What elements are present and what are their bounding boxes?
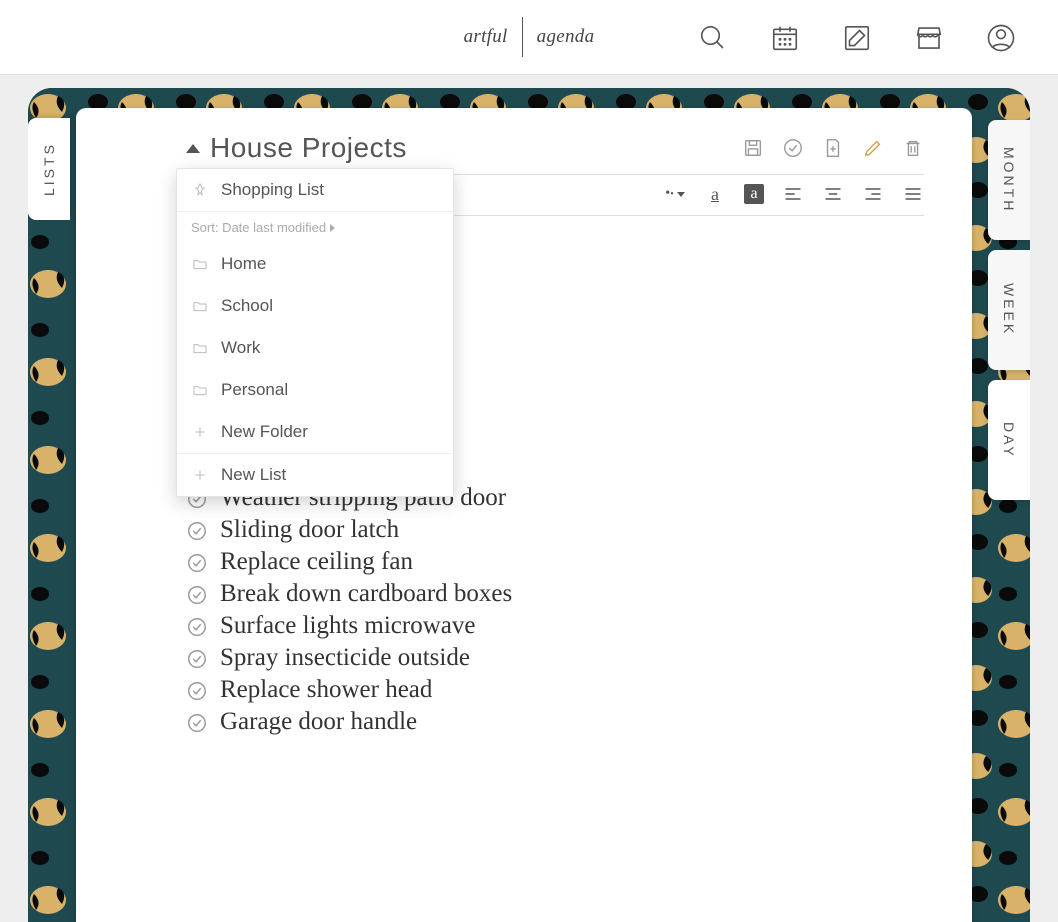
check-item[interactable]: Break down cardboard boxes (186, 578, 924, 610)
dropdown-pinned-label: Shopping List (221, 180, 324, 200)
dropdown-folder-label: Home (221, 254, 266, 274)
dropdown-new-folder[interactable]: New Folder (177, 411, 453, 453)
check-item-text: Replace ceiling fan (220, 546, 413, 578)
check-item[interactable]: Garage door handle (186, 706, 924, 738)
dropdown-folder[interactable]: Personal (177, 369, 453, 411)
align-justify-icon[interactable] (902, 183, 924, 205)
check-circle-icon[interactable] (186, 711, 208, 733)
dropdown-sort-label: Sort: Date last modified (191, 220, 326, 235)
calendar-icon[interactable] (768, 21, 802, 55)
check-item-text: Replace shower head (220, 674, 432, 706)
plus-icon (191, 466, 209, 484)
page-actions (742, 137, 924, 159)
title-area[interactable]: House Projects (186, 132, 407, 164)
check-item-text: Break down cardboard boxes (220, 578, 512, 610)
check-circle-icon[interactable] (186, 679, 208, 701)
page-title: House Projects (210, 132, 407, 164)
check-circle-icon[interactable] (782, 137, 804, 159)
profile-icon[interactable] (984, 21, 1018, 55)
align-center-icon[interactable] (822, 183, 844, 205)
dropdown-new-folder-label: New Folder (221, 422, 308, 442)
caret-up-icon (186, 144, 200, 153)
check-item-text: Garage door handle (220, 706, 417, 738)
page: House Projects •• a a Clean off entry cl… (76, 108, 972, 922)
add-page-icon[interactable] (822, 137, 844, 159)
check-circle-icon[interactable] (186, 647, 208, 669)
align-right-icon[interactable] (862, 183, 884, 205)
dropdown-folder-label: Personal (221, 380, 288, 400)
align-left-icon[interactable] (782, 183, 804, 205)
shop-icon[interactable] (912, 21, 946, 55)
plus-icon (191, 423, 209, 441)
dropdown-folder[interactable]: Work (177, 327, 453, 369)
topbar: artful agenda (0, 0, 1058, 75)
logo-divider (522, 17, 523, 57)
dropdown-folder[interactable]: Home (177, 243, 453, 285)
highlight-icon[interactable]: a (744, 184, 764, 204)
trash-icon[interactable] (902, 137, 924, 159)
logo-right: agenda (537, 26, 595, 48)
check-item[interactable]: Replace ceiling fan (186, 546, 924, 578)
search-icon[interactable] (696, 21, 730, 55)
check-item[interactable]: Sliding door latch (186, 514, 924, 546)
check-circle-icon[interactable] (186, 583, 208, 605)
check-circle-icon[interactable] (186, 551, 208, 573)
dropdown-sort[interactable]: Sort: Date last modified (177, 212, 453, 243)
check-item-text: Sliding door latch (220, 514, 399, 546)
folder-icon (191, 381, 209, 399)
check-item[interactable]: Replace shower head (186, 674, 924, 706)
folder-icon (191, 255, 209, 273)
planner: LISTS MONTH WEEK DAY House Projects •• a… (28, 88, 1030, 922)
save-icon[interactable] (742, 137, 764, 159)
topbar-icons (696, 0, 1018, 75)
tab-lists[interactable]: LISTS (28, 118, 70, 220)
check-item-text: Surface lights microwave (220, 610, 475, 642)
check-circle-icon[interactable] (186, 519, 208, 541)
pencil-icon[interactable] (862, 137, 884, 159)
check-item[interactable]: Spray insecticide outside (186, 642, 924, 674)
underline-icon[interactable]: a (704, 183, 726, 205)
tab-month[interactable]: MONTH (988, 120, 1030, 240)
lists-dropdown: Shopping List Sort: Date last modified H… (176, 168, 454, 497)
dropdown-new-list-label: New List (221, 465, 286, 485)
check-item-text: Spray insecticide outside (220, 642, 470, 674)
tab-week[interactable]: WEEK (988, 250, 1030, 370)
dropdown-folder-label: Work (221, 338, 260, 358)
check-item[interactable]: Surface lights microwave (186, 610, 924, 642)
folder-icon (191, 297, 209, 315)
format-dropdown-icon[interactable]: •• (664, 183, 686, 205)
logo: artful agenda (464, 17, 595, 57)
check-circle-icon[interactable] (186, 615, 208, 637)
folder-icon (191, 339, 209, 357)
pin-icon (191, 181, 209, 199)
tab-day[interactable]: DAY (988, 380, 1030, 500)
caret-right-icon (330, 224, 335, 232)
dropdown-folder[interactable]: School (177, 285, 453, 327)
dropdown-new-list[interactable]: New List (177, 454, 453, 496)
dropdown-folder-label: School (221, 296, 273, 316)
logo-left: artful (464, 26, 508, 48)
dropdown-pinned-item[interactable]: Shopping List (177, 169, 453, 211)
edit-icon[interactable] (840, 21, 874, 55)
